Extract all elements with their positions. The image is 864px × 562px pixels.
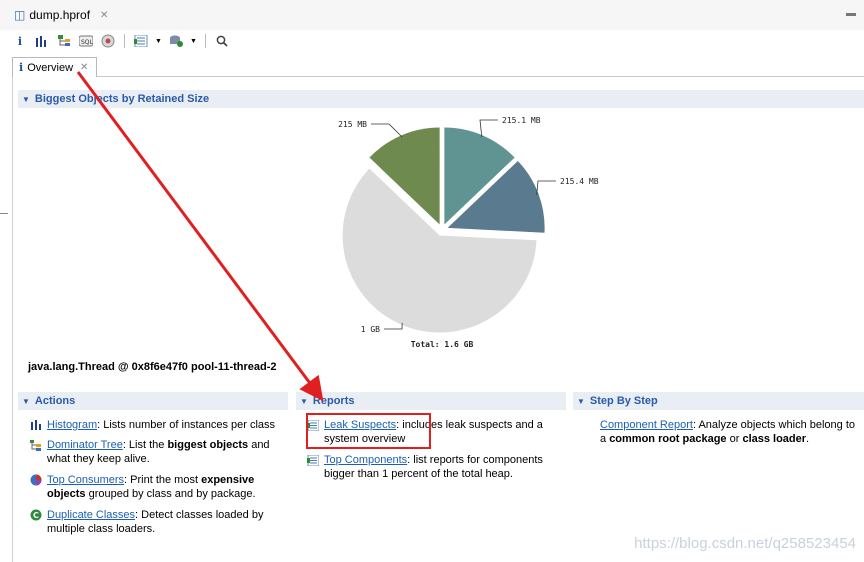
collapse-triangle-icon: ▼ <box>577 396 585 406</box>
info-icon: i <box>19 61 24 74</box>
minimize-icon[interactable]: ▬ <box>846 8 856 19</box>
query-browser-icon[interactable] <box>168 33 184 49</box>
pie-slice-label: 215.1 MB <box>502 116 541 125</box>
duplicate-classes-icon: C <box>30 509 42 521</box>
dominator-tree-icon <box>30 439 42 451</box>
chart-section-title: Biggest Objects by Retained Size <box>34 93 210 105</box>
panel-left-border <box>12 77 13 562</box>
actions-section-header[interactable]: ▼ Actions <box>18 392 288 410</box>
step-component-report: Component Report: Analyze objects which … <box>600 418 860 446</box>
editor-tab-bar: ◫ dump.hprof ✕ ▬ <box>0 0 864 30</box>
watermark-text: https://blog.csdn.net/q258523454 <box>634 535 856 552</box>
chevron-down-icon[interactable]: ▼ <box>155 38 162 45</box>
histogram-description: : Lists number of instances per class <box>97 419 276 431</box>
reports-menu-icon[interactable] <box>133 33 149 49</box>
toolbar-separator <box>124 34 125 48</box>
close-icon[interactable]: ✕ <box>80 62 88 73</box>
top-components-link[interactable]: Top Components <box>324 454 407 466</box>
dominator-tree-icon[interactable] <box>56 33 72 49</box>
search-icon[interactable] <box>214 33 230 49</box>
selected-object-label: java.lang.Thread @ 0x8f6e47f0 pool-11-th… <box>28 361 277 373</box>
editor-tab-dump[interactable]: ◫ dump.hprof ✕ <box>14 4 108 26</box>
pie-leader-line <box>384 322 403 330</box>
editor-tab-label: dump.hprof <box>29 8 91 22</box>
report-icon <box>307 454 319 466</box>
action-top-consumers: Top Consumers: Print the most expensive … <box>30 473 279 501</box>
pie-leader-line <box>371 123 403 138</box>
pie-slice-label: 215.4 MB <box>560 177 599 186</box>
top-consumers-text-pre: : Print the most <box>124 474 202 486</box>
dominator-tree-bold: biggest objects <box>167 439 249 451</box>
pie-slice-label: 1 GB <box>361 325 380 334</box>
toolbar: i SQL ▼ ▼ <box>12 30 230 52</box>
histogram-icon <box>30 419 42 431</box>
dominator-tree-text-pre: : List the <box>122 439 168 451</box>
svg-text:C: C <box>33 511 39 520</box>
action-duplicate-classes: C Duplicate Classes: Detect classes load… <box>30 508 279 536</box>
thread-overview-icon[interactable] <box>100 33 116 49</box>
action-dominator-tree: Dominator Tree: List the biggest objects… <box>30 438 279 466</box>
inner-tab-bar <box>12 56 864 77</box>
histogram-icon[interactable] <box>34 33 50 49</box>
retained-size-pie-chart[interactable]: 215.1 MB 215.4 MB 1 GB 215 MB Total: 1.6 GB <box>320 108 620 358</box>
collapse-triangle-icon: ▼ <box>22 94 30 104</box>
report-top-components: Top Components: list reports for compone… <box>307 453 556 481</box>
component-report-text-mid: or <box>726 433 743 445</box>
chevron-down-icon[interactable]: ▼ <box>190 38 197 45</box>
annotation-arrow-line <box>76 71 324 402</box>
collapse-triangle-icon: ▼ <box>22 396 30 406</box>
component-report-link[interactable]: Component Report <box>600 419 693 431</box>
tab-overview[interactable]: i Overview ✕ <box>12 57 98 77</box>
panel-sash-marker <box>0 213 8 214</box>
oql-icon[interactable]: SQL <box>78 33 94 49</box>
component-report-bold-1: common root package <box>609 433 727 445</box>
component-report-bold-2: class loader <box>742 433 807 445</box>
toolbar-separator <box>204 34 206 48</box>
step-by-step-section-header[interactable]: ▼ Step By Step <box>573 392 864 410</box>
database-icon: ◫ <box>14 8 26 22</box>
chart-section-header[interactable]: ▼ Biggest Objects by Retained Size <box>18 90 864 108</box>
top-consumers-text-post: grouped by class and by package. <box>85 488 256 500</box>
svg-text:SQL: SQL <box>81 39 93 46</box>
component-report-text-post: . <box>806 433 810 445</box>
dominator-tree-link[interactable]: Dominator Tree <box>47 439 123 451</box>
top-consumers-link[interactable]: Top Consumers <box>47 474 124 486</box>
info-icon[interactable]: i <box>12 33 28 49</box>
close-icon[interactable]: ✕ <box>100 10 108 21</box>
collapse-triangle-icon: ▼ <box>300 396 308 406</box>
action-histogram: Histogram: Lists number of instances per… <box>30 418 279 432</box>
annotation-highlight-box <box>306 413 431 449</box>
step-by-step-section-title: Step By Step <box>589 395 658 407</box>
tab-overview-label: Overview <box>27 61 74 74</box>
histogram-link[interactable]: Histogram <box>47 419 97 431</box>
reports-section-title: Reports <box>312 395 355 407</box>
pie-total-label: Total: 1.6 GB <box>411 340 474 349</box>
pie-slice-label: 215 MB <box>338 120 367 129</box>
pie-leader-line <box>536 180 556 195</box>
actions-section-title: Actions <box>34 395 76 407</box>
pie-leader-line <box>479 119 498 138</box>
top-consumers-icon <box>30 474 42 486</box>
duplicate-classes-link[interactable]: Duplicate Classes <box>47 509 135 521</box>
reports-section-header[interactable]: ▼ Reports <box>296 392 566 410</box>
